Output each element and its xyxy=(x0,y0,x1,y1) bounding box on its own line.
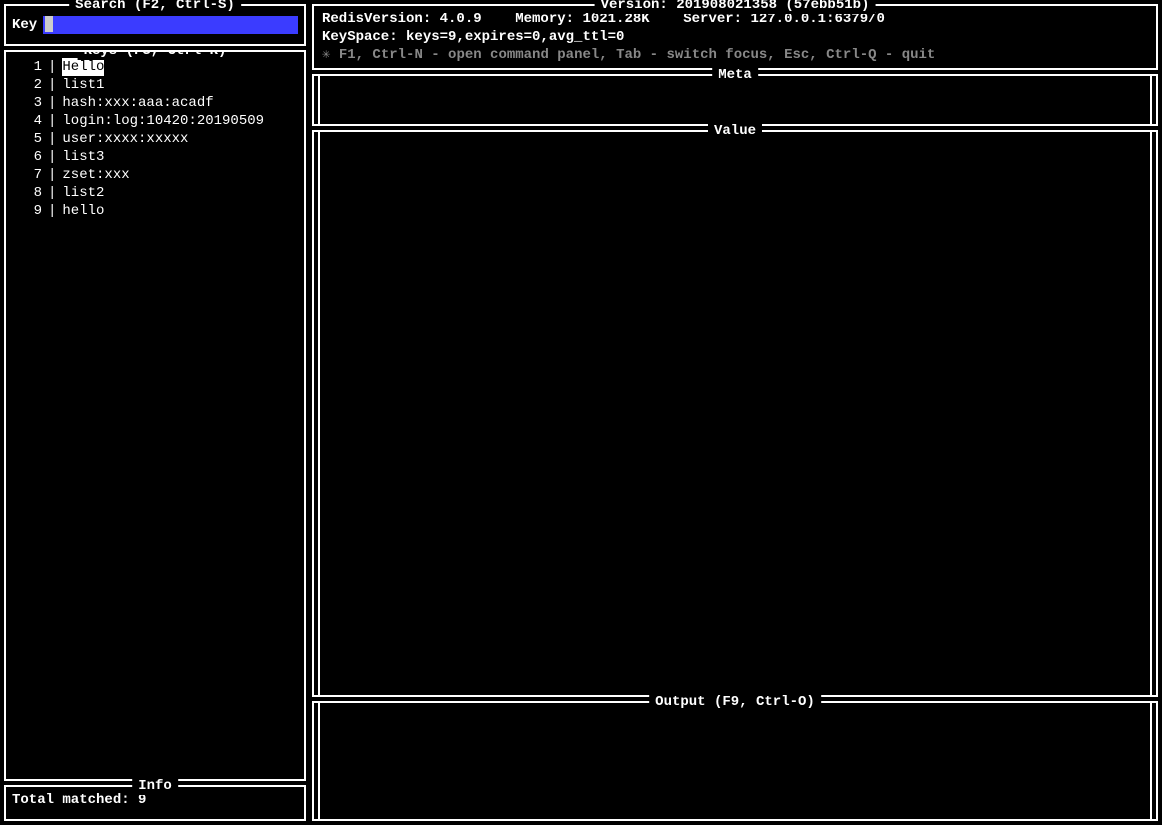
key-separator: | xyxy=(42,130,62,148)
key-index: 2 xyxy=(14,76,42,94)
key-row[interactable]: 5|user:xxxx:xxxxx xyxy=(12,130,298,148)
key-row[interactable]: 3|hash:xxx:aaa:acadf xyxy=(12,94,298,112)
key-name: list1 xyxy=(62,76,104,94)
header-panel: Version: 201908021358 (57ebb51b) RedisVe… xyxy=(312,4,1158,70)
key-row[interactable]: 8|list2 xyxy=(12,184,298,202)
key-index: 7 xyxy=(14,166,42,184)
header-keyspace-line: KeySpace: keys=9,expires=0,avg_ttl=0 xyxy=(322,28,1148,46)
keys-panel-title: Keys (F3, Ctrl-K) xyxy=(78,50,233,60)
key-name: Hello xyxy=(62,58,104,76)
key-separator: | xyxy=(42,148,62,166)
keys-panel: Keys (F3, Ctrl-K) 1|Hello2|list13|hash:x… xyxy=(4,50,306,781)
search-key-label: Key xyxy=(12,16,37,34)
keys-list: 1|Hello2|list13|hash:xxx:aaa:acadf4|logi… xyxy=(12,58,298,220)
key-row[interactable]: 7|zset:xxx xyxy=(12,166,298,184)
key-name: hash:xxx:aaa:acadf xyxy=(62,94,213,112)
key-name: zset:xxx xyxy=(62,166,129,184)
key-name: list3 xyxy=(62,148,104,166)
key-row[interactable]: 4|login:log:10420:20190509 xyxy=(12,112,298,130)
key-name: login:log:10420:20190509 xyxy=(62,112,264,130)
value-panel-title: Value xyxy=(708,122,762,140)
key-index: 5 xyxy=(14,130,42,148)
key-index: 6 xyxy=(14,148,42,166)
key-row[interactable]: 9|hello xyxy=(12,202,298,220)
key-index: 9 xyxy=(14,202,42,220)
key-name: hello xyxy=(62,202,104,220)
key-row[interactable]: 1|Hello xyxy=(12,58,298,76)
key-separator: | xyxy=(42,58,62,76)
search-panel-title: Search (F2, Ctrl-S) xyxy=(69,0,241,14)
key-separator: | xyxy=(42,112,62,130)
search-input[interactable] xyxy=(43,16,298,34)
key-name: list2 xyxy=(62,184,104,202)
key-separator: | xyxy=(42,166,62,184)
key-separator: | xyxy=(42,76,62,94)
meta-panel-title: Meta xyxy=(712,66,758,84)
value-panel: Value xyxy=(312,130,1158,697)
info-panel-title: Info xyxy=(132,777,178,795)
output-panel: Output (F9, Ctrl-O) xyxy=(312,701,1158,821)
key-index: 1 xyxy=(14,58,42,76)
info-panel: Info Total matched: 9 xyxy=(4,785,306,821)
key-row[interactable]: 6|list3 xyxy=(12,148,298,166)
key-separator: | xyxy=(42,94,62,112)
key-name: user:xxxx:xxxxx xyxy=(62,130,188,148)
key-separator: | xyxy=(42,202,62,220)
key-row[interactable]: 2|list1 xyxy=(12,76,298,94)
output-panel-title: Output (F9, Ctrl-O) xyxy=(649,693,821,711)
key-index: 4 xyxy=(14,112,42,130)
header-version-title: Version: 201908021358 (57ebb51b) xyxy=(595,0,876,14)
key-index: 8 xyxy=(14,184,42,202)
header-hint-line: ✳ F1, Ctrl-N - open command panel, Tab -… xyxy=(322,46,1148,64)
key-index: 3 xyxy=(14,94,42,112)
search-panel: Search (F2, Ctrl-S) Key xyxy=(4,4,306,46)
key-separator: | xyxy=(42,184,62,202)
meta-panel: Meta xyxy=(312,74,1158,126)
